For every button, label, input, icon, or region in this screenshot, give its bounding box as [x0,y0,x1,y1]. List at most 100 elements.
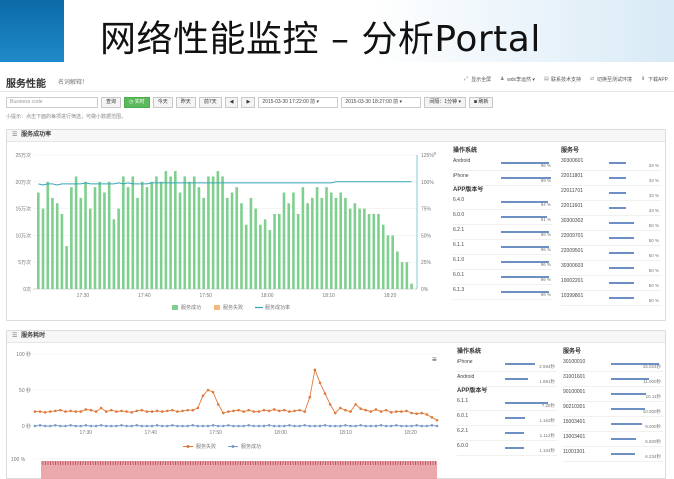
today-button[interactable]: 今天 [152,96,173,108]
breakdown-row-value: 50 % [648,298,659,303]
y-axis-tick-label: 100 秒 [16,351,31,358]
breakdown-row[interactable]: 22009701 50 % [561,231,661,246]
y-axis-tick-label: 10万次 [15,232,31,239]
breakdown-row-bar [505,417,525,419]
breakdown-row[interactable]: 30100010 15.024秒 [563,357,663,372]
start-date-picker[interactable]: 2015-03-30 17:22:00 前 ▾ [258,96,339,108]
breakdown-row[interactable]: 30300601 33 % [561,156,661,171]
breakdown-row[interactable]: 30300603 50 % [561,261,661,276]
success-bar [244,224,248,289]
breakdown-row[interactable]: 6.4.0 94 % [453,195,553,210]
breakdown-row-bar [505,363,535,365]
breakdown-row[interactable]: 6.0.1 1.163秒 [457,411,557,426]
success-bar [254,208,257,289]
success-latency-point [364,424,368,428]
breakdown-row-name: 6.0.0 [457,443,469,449]
y-axis-tick-label: 50 秒 [19,387,31,394]
breakdown-row[interactable]: Android 96 % [453,156,553,171]
breakdown-row[interactable]: 90100001 10.11秒 [563,387,663,402]
breakdown-row[interactable]: 6.1.1 7.28秒 [457,396,557,411]
fail-latency-point [64,410,67,413]
success-latency-point [221,424,225,428]
breakdown-row[interactable]: 15003401 9.000秒 [563,417,663,432]
success-latency-point [54,423,57,427]
breakdown-row-bar [609,222,634,224]
breakdown-row[interactable]: 22011801 33 % [561,171,661,186]
x-axis-tick-label: 18:10 [339,430,352,436]
breakdown-row[interactable]: 10002201 50 % [561,276,661,291]
success-bar [197,187,201,289]
success-latency-point [79,424,83,428]
last-7-days-button[interactable]: 前7天 [198,96,222,108]
breakdown-row[interactable]: 10399801 50 % [561,291,661,306]
success-latency-point [216,424,220,428]
success-latency-point [64,424,67,428]
breakdown-row[interactable]: 90210301 10.000秒 [563,402,663,417]
success-latency-point [38,423,42,427]
breakdown-row-name: 6.2.1 [453,227,465,233]
top-nav-item[interactable]: ⇄ 切换至测试环境 [590,76,632,84]
breakdown-row[interactable]: 6.1.0 96 % [453,255,553,270]
breakdown-row[interactable]: 11001301 6.234秒 [563,447,663,462]
breakdown-row[interactable]: 6.0.0 1.104秒 [457,441,557,456]
interval-select[interactable]: 间隔：1分钟 ▾ [424,96,466,108]
prev-range-button[interactable]: ◀ [224,96,239,108]
breakdown-row[interactable]: 22011601 33 % [561,201,661,216]
top-nav-item[interactable]: ⬇ 下载APP [641,76,668,84]
success-bar [84,181,87,289]
success-bar [377,213,380,289]
success-bar [174,171,177,289]
slide-accent-band [0,0,64,62]
success-latency-point [379,423,383,427]
breakdown-row[interactable]: Android 1.881秒 [457,372,557,387]
breakdown-row[interactable]: 6.0.0 91 % [453,210,553,225]
breakdown-row[interactable]: 30300302 50 % [561,216,661,231]
breakdown-row[interactable]: 22011701 33 % [561,186,661,201]
breakdown-row-value: 50 % [648,238,659,243]
realtime-button[interactable]: ◷ 实时 [124,96,150,108]
breakdown-row[interactable]: iPhone 2.594秒 [457,357,557,372]
success-bar [292,192,295,289]
refresh-button[interactable]: ◙ 刷新 [469,96,494,108]
success-latency-point [140,424,144,428]
yesterday-button[interactable]: 昨天 [175,96,196,108]
end-date-picker[interactable]: 2015-03-30 18:27:00 前 ▾ [341,96,422,108]
breakdown-row-value: 33 % [648,178,659,183]
glossary-link[interactable]: 名词解释！ [58,77,88,86]
breakdown-row[interactable]: 6.2.1 1.112秒 [457,426,557,441]
breakdown-row[interactable]: 6.0.1 96 % [453,270,553,285]
success-latency-point [145,424,149,428]
top-nav-item[interactable]: ♟ wdx李运然 ▾ [500,76,535,84]
fail-latency-point [115,410,118,413]
query-button[interactable]: 查询 [101,96,122,108]
breakdown-row-value: 33 % [648,163,659,168]
breakdown-row-bar [611,408,645,410]
breakdown-row[interactable]: 31001601 11.000秒 [563,372,663,387]
business-code-input[interactable]: Business code [6,96,98,108]
fail-latency-point [181,409,184,413]
breakdown-row[interactable]: iPhone 99 % [453,171,553,186]
top-nav-item[interactable]: ⤢ 显示全屏 [464,76,491,84]
breakdown-row-name: 6.0.1 [453,272,465,278]
chart-menu-icon[interactable]: ≡ [432,355,437,364]
success-bar [140,181,144,289]
breakdown-row-value: 33 % [648,208,659,213]
fail-latency-point [237,408,240,412]
next-range-button[interactable]: ▶ [241,96,256,108]
fail-latency-point [196,406,200,410]
breakdown-row[interactable]: 6.1.3 96 % [453,285,553,300]
success-latency-point [166,424,169,428]
breakdown-row[interactable]: 6.2.1 96 % [453,225,553,240]
breakdown-row-bar [501,216,547,218]
breakdown-row-name: Android [453,158,471,164]
support-icon: ▤ [543,76,549,82]
success-latency-point [400,424,403,428]
top-nav-item[interactable]: ▤ 联系技术支持 [543,76,581,84]
success-bar [221,176,224,289]
success-latency-point [130,424,133,428]
breakdown-row[interactable]: 22009501 50 % [561,246,661,261]
breakdown-row-value: 96 % [540,163,551,168]
breakdown-row[interactable]: 13003401 6.500秒 [563,432,663,447]
success-bar [400,262,404,289]
breakdown-row[interactable]: 6.1.1 96 % [453,240,553,255]
